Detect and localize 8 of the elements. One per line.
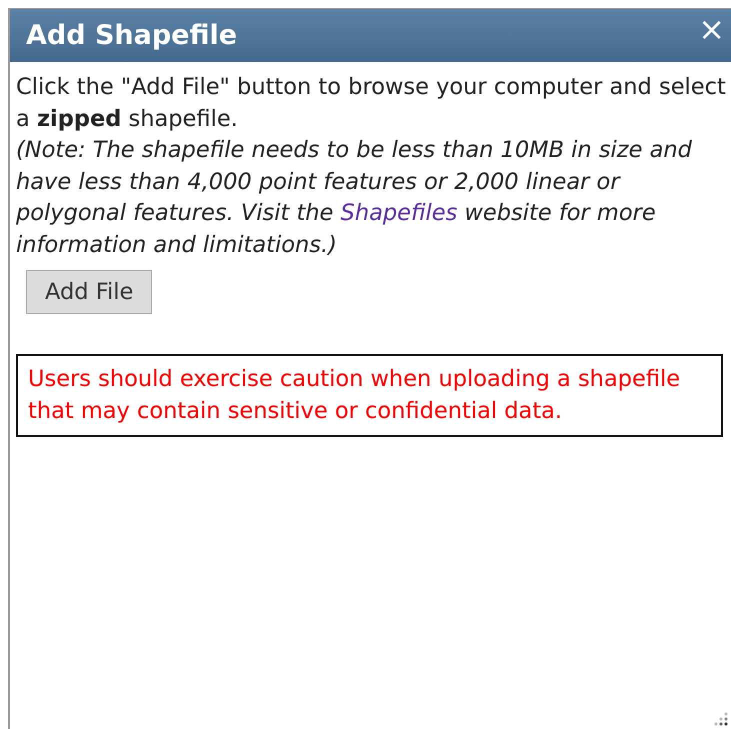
window-title: Add Shapefile <box>26 20 238 51</box>
add-file-button[interactable]: Add File <box>26 270 152 314</box>
resize-grip-icon[interactable] <box>714 712 728 726</box>
note-text: (Note: The shapefile needs to be less than 10MB in size and have less than 4,000 point features or 2,000 linear or polygonal features. Visit the Shapefiles website for more information and limitations.) <box>16 136 693 260</box>
close-button[interactable]: × <box>698 13 725 45</box>
instruction-text: Click the "Add File" button to browse your computer and select a zipped shapefile. <box>16 73 727 134</box>
warning-text: Users should exercise caution when uploading a shapefile that may contain sensitive or confidential data. <box>28 366 680 424</box>
shapefiles-link[interactable]: Shapefiles <box>340 200 458 226</box>
